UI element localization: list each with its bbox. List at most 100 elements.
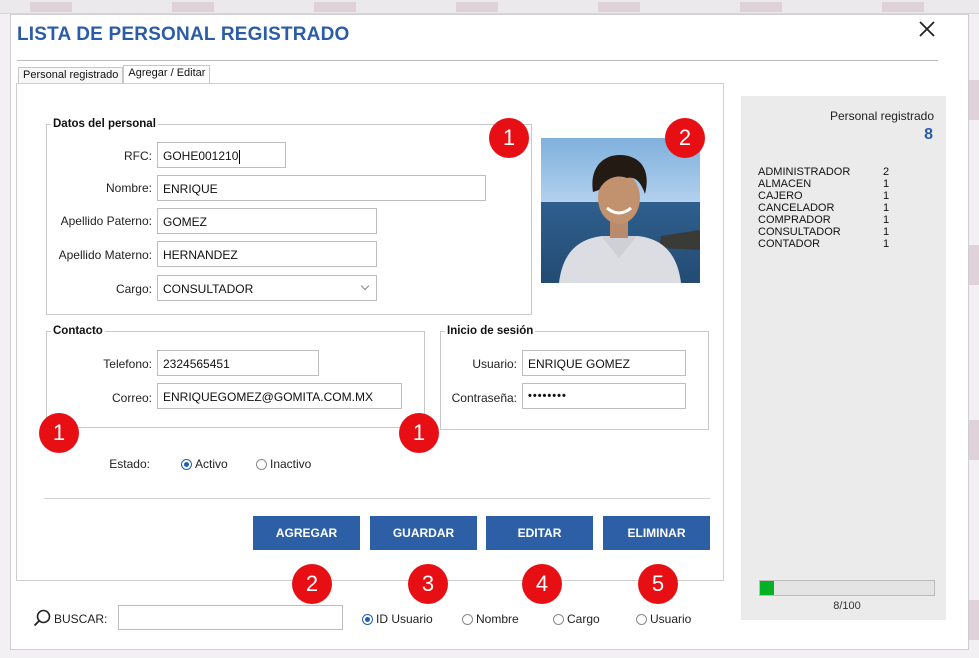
apellido-materno-field[interactable]: HERNANDEZ: [157, 241, 377, 267]
eliminar-button[interactable]: ELIMINAR: [603, 516, 710, 550]
group-legend: Inicio de sesión: [445, 325, 536, 337]
cargo-select[interactable]: CONSULTADOR: [157, 275, 377, 301]
background-mark: [882, 2, 924, 12]
radio-selected-icon: [181, 458, 192, 470]
background-mark: [314, 2, 356, 12]
contacto-group: Contacto: [46, 325, 425, 428]
role-row: COMPRADOR 1: [758, 214, 918, 226]
role-count: 1: [883, 178, 890, 190]
usuario-label: Usuario:: [472, 357, 517, 371]
search-label: BUSCAR:: [54, 612, 108, 626]
annotation-badge: 2: [665, 118, 705, 158]
radio-activo[interactable]: Activo: [181, 457, 228, 471]
radio-inactivo[interactable]: Inactivo: [256, 457, 311, 471]
radio-empty-icon: [462, 613, 473, 625]
contrasena-label: Contraseña:: [451, 391, 517, 405]
close-icon[interactable]: [916, 18, 938, 40]
search-radio-id-usuario[interactable]: ID Usuario: [362, 612, 433, 626]
role-name: CANCELADOR: [758, 202, 835, 214]
tab-bar: Personal registrado Agregar / Editar: [18, 65, 211, 84]
role-count: 1: [883, 238, 890, 250]
radio-empty-icon: [636, 613, 647, 625]
text-caret: [239, 149, 241, 164]
correo-label: Correo:: [111, 391, 152, 405]
nombre-field[interactable]: ENRIQUE: [157, 175, 486, 201]
annotation-badge: 4: [522, 564, 562, 604]
background-mark: [30, 2, 72, 12]
role-name: CONSULTADOR: [758, 226, 841, 238]
role-row: CANCELADOR 1: [758, 202, 918, 214]
radio-label: Activo: [195, 457, 228, 471]
role-row: CONSULTADOR 1: [758, 226, 918, 238]
radio-selected-icon: [362, 613, 373, 625]
summary-label: Personal registrado: [829, 109, 934, 123]
title-divider: [17, 60, 938, 61]
background-mark: [969, 600, 979, 640]
search-radio-cargo[interactable]: Cargo: [553, 612, 600, 626]
role-row: ADMINISTRADOR 2: [758, 166, 918, 178]
role-row: ALMACEN 1: [758, 178, 918, 190]
profile-photo: [541, 138, 700, 283]
radio-label: Inactivo: [270, 457, 312, 471]
chevron-down-icon: [360, 281, 370, 291]
agregar-button[interactable]: AGREGAR: [253, 516, 360, 550]
rfc-value: GOHE001210: [163, 149, 239, 163]
progress-fill: [760, 581, 774, 595]
apellido-paterno-label: Apellido Paterno:: [60, 214, 152, 228]
background-mark: [969, 420, 979, 460]
role-row: CONTADOR 1: [758, 238, 918, 250]
role-count: 1: [883, 226, 890, 238]
correo-field[interactable]: ENRIQUEGOMEZ@GOMITA.COM.MX: [157, 383, 402, 409]
editar-button[interactable]: EDITAR: [486, 516, 593, 550]
apellido-paterno-field[interactable]: GOMEZ: [157, 208, 377, 234]
role-name: ALMACEN: [758, 178, 812, 190]
summary-count: 8: [924, 126, 933, 143]
annotation-badge: 1: [39, 413, 79, 453]
annotation-badge: 5: [638, 564, 678, 604]
radio-label: ID Usuario: [376, 612, 433, 626]
capacity-progress-bar: [759, 580, 935, 596]
role-name: CAJERO: [758, 190, 803, 202]
contrasena-field[interactable]: ••••••••: [522, 383, 686, 409]
search-input[interactable]: [118, 605, 343, 630]
guardar-button[interactable]: GUARDAR: [370, 516, 477, 550]
tab-personal-registrado[interactable]: Personal registrado: [18, 67, 124, 84]
rfc-field[interactable]: GOHE001210: [157, 142, 286, 168]
radio-label: Usuario: [650, 612, 692, 626]
tab-agregar-editar[interactable]: Agregar / Editar: [123, 65, 211, 84]
role-name: CONTADOR: [758, 238, 821, 250]
role-name: ADMINISTRADOR: [758, 166, 851, 178]
usuario-field[interactable]: ENRIQUE GOMEZ: [522, 350, 686, 376]
role-name: COMPRADOR: [758, 214, 831, 226]
annotation-badge: 2: [292, 564, 332, 604]
background-mark: [740, 2, 782, 12]
radio-empty-icon: [256, 458, 267, 470]
estado-label: Estado:: [109, 457, 150, 471]
search-radio-nombre[interactable]: Nombre: [462, 612, 519, 626]
form-divider: [44, 498, 710, 499]
cargo-label: Cargo:: [115, 282, 152, 296]
role-count: 1: [883, 202, 890, 214]
background-mark: [456, 2, 498, 12]
annotation-badge: 1: [489, 118, 529, 158]
background-strip: [0, 0, 979, 14]
group-legend: Datos del personal: [51, 118, 158, 130]
page-title: LISTA DE PERSONAL REGISTRADO: [17, 24, 350, 45]
role-count: 1: [883, 190, 890, 202]
background-mark: [969, 245, 979, 285]
telefono-label: Telefono:: [103, 357, 152, 371]
progress-text: 8/100: [833, 600, 861, 612]
background-mark: [598, 2, 640, 12]
search-icon: [33, 609, 51, 627]
annotation-badge: 3: [408, 564, 448, 604]
nombre-label: Nombre:: [105, 181, 152, 195]
role-row: CAJERO 1: [758, 190, 918, 202]
telefono-field[interactable]: 2324565451: [157, 350, 319, 376]
radio-label: Cargo: [567, 612, 600, 626]
group-legend: Contacto: [51, 325, 105, 337]
search-radio-usuario[interactable]: Usuario: [636, 612, 691, 626]
inicio-sesion-group: Inicio de sesión: [440, 325, 709, 430]
role-count: 1: [883, 214, 890, 226]
apellido-materno-label: Apellido Materno:: [58, 248, 152, 262]
summary-panel: Personal registrado 8 ADMINISTRADOR 2 ALMA…: [741, 96, 946, 620]
